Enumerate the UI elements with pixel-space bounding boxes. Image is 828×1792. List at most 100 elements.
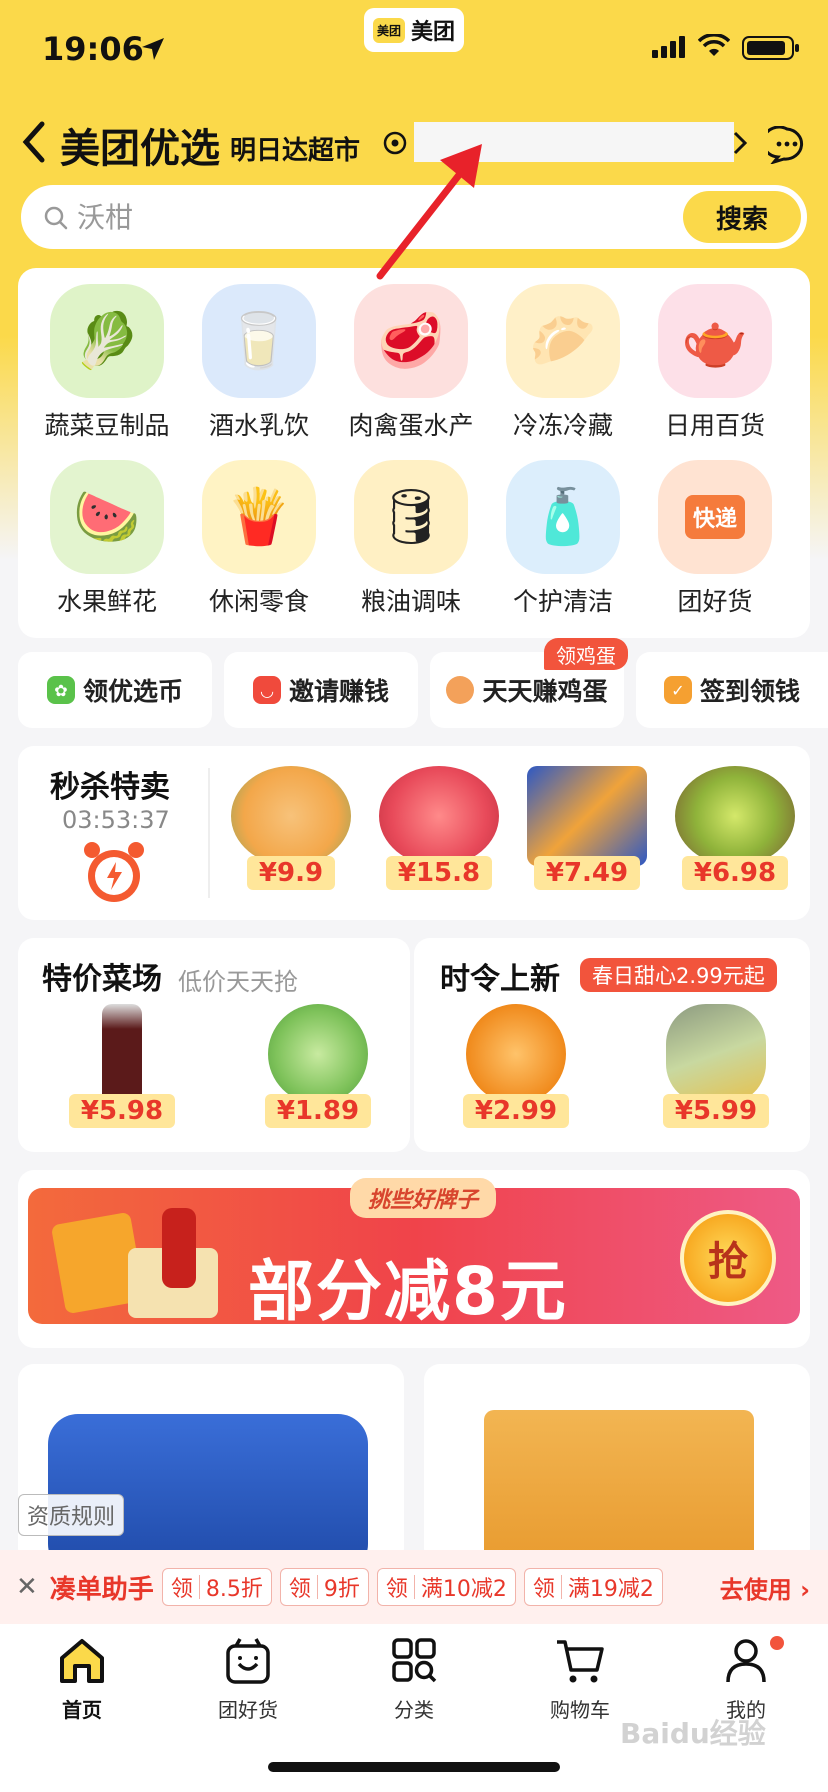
divider xyxy=(208,768,210,898)
chevron-right-icon[interactable] xyxy=(732,130,748,156)
battery-icon xyxy=(742,36,799,60)
app-name: 美团 xyxy=(411,20,456,45)
flash-item-price: ¥15.8 xyxy=(385,856,493,890)
search-button[interactable]: 搜索 xyxy=(683,191,801,243)
coupon-bar-title: 凑单助手 xyxy=(49,1574,154,1605)
coupon-prefix: 领 xyxy=(288,1577,311,1602)
tab-label: 分类 xyxy=(394,1698,434,1722)
banner-top-label: 挑些好牌子 xyxy=(350,1178,497,1218)
category-item[interactable]: 🥬 蔬菜豆制品 xyxy=(32,284,182,442)
close-icon[interactable]: ✕ xyxy=(16,1572,38,1602)
home-icon xyxy=(60,1639,104,1683)
promo-banner[interactable]: 部分减8元 抢 挑些好牌子 xyxy=(18,1170,810,1348)
tab-categories[interactable]: 分类 xyxy=(354,1636,474,1723)
category-item[interactable]: 🛢 粮油调味 xyxy=(336,460,486,618)
coupon-bar: ✕ 凑单助手 领 8.5折 领 9折 领满10减2 领满19减2 去使用 › xyxy=(0,1550,828,1624)
coupon-prefix: 领 xyxy=(385,1577,408,1602)
pill-label: 邀请赚钱 xyxy=(288,677,389,706)
back-chevron-icon[interactable] xyxy=(20,120,48,164)
category-item[interactable]: 🥟 冷冻冷藏 xyxy=(488,284,638,442)
kettle-icon: 🫖 xyxy=(658,284,772,398)
meat-icon: 🥩 xyxy=(354,284,468,398)
snack-icon: 🍟 xyxy=(202,460,316,574)
flash-item-price: ¥9.9 xyxy=(246,856,336,890)
cart-icon xyxy=(557,1640,604,1683)
flash-item[interactable]: ¥7.49 xyxy=(522,766,652,916)
category-label: 冷冻冷藏 xyxy=(512,411,613,440)
seasonal-card[interactable]: 时令上新 春日甜心2.99元起 ¥2.99 ¥5.99 xyxy=(414,938,810,1152)
orange-image xyxy=(466,1004,566,1104)
flash-item[interactable]: ¥15.8 xyxy=(374,766,504,916)
tab-home[interactable]: 首页 xyxy=(22,1636,142,1723)
pill-label: 天天赚鸡蛋 xyxy=(482,677,608,706)
category-item[interactable]: 🧴 个护清洁 xyxy=(488,460,638,618)
coupon-chip[interactable]: 领 9折 xyxy=(279,1568,369,1606)
category-label: 粮油调味 xyxy=(360,587,461,616)
category-item[interactable]: 快递 团好货 xyxy=(640,460,790,618)
tab-label: 团好货 xyxy=(218,1698,278,1722)
flash-item[interactable]: ¥9.9 xyxy=(226,766,356,916)
category-item[interactable]: 🍟 休闲零食 xyxy=(184,460,334,618)
lettuce-image xyxy=(268,1004,368,1104)
coupon-chip[interactable]: 领满10减2 xyxy=(376,1568,516,1606)
message-icon[interactable] xyxy=(768,126,806,164)
product-image-bag xyxy=(484,1410,754,1564)
apple-image xyxy=(379,766,499,866)
kiwi-image xyxy=(675,766,795,866)
special-market-card[interactable]: 特价菜场 低价天天抢 ¥5.98 ¥1.89 xyxy=(18,938,410,1152)
cleaning-icon: 🧴 xyxy=(506,460,620,574)
category-label: 酒水乳饮 xyxy=(208,411,309,440)
coupon-value: 9折 xyxy=(323,1577,360,1602)
rolls-image xyxy=(527,766,647,866)
meituan-logo: 美团 xyxy=(372,17,405,43)
pill-invite[interactable]: ◡ 邀请赚钱 xyxy=(224,652,418,728)
category-item[interactable]: 🍉 水果鲜花 xyxy=(32,460,182,618)
market-item[interactable]: ¥1.89 xyxy=(258,1004,378,1128)
coupon-value: 满10减2 xyxy=(420,1577,507,1602)
qualification-link[interactable]: 资质规则 xyxy=(18,1494,125,1536)
watermark: Baidu经验 xyxy=(620,1717,766,1750)
pill-label: 领优选币 xyxy=(82,677,183,706)
grab-button[interactable]: 抢 xyxy=(680,1210,776,1306)
market-item[interactable]: ¥5.98 xyxy=(62,1004,182,1128)
coupon-chip[interactable]: 领满19减2 xyxy=(523,1568,663,1606)
category-item[interactable]: 🥩 肉禽蛋水产 xyxy=(336,284,486,442)
market-item-price: ¥5.98 xyxy=(68,1094,176,1128)
banner-headline: 部分减8元 xyxy=(248,1253,568,1330)
status-bar: 19:06 美团 美团 xyxy=(0,0,828,100)
wifi-icon xyxy=(698,34,730,56)
search-input[interactable] xyxy=(77,197,577,237)
tab-profile[interactable]: 我的 xyxy=(686,1636,806,1723)
seasonal-item[interactable]: ¥5.99 xyxy=(656,1004,776,1128)
flash-item[interactable]: ¥6.98 xyxy=(670,766,800,916)
product-card[interactable] xyxy=(424,1364,810,1564)
notification-dot xyxy=(770,1636,784,1650)
market-item-price: ¥1.89 xyxy=(264,1094,372,1128)
page-title: 美团优选 xyxy=(60,126,220,172)
meituan-app-pill: 美团 美团 xyxy=(364,8,464,52)
cola-bottle-image xyxy=(162,1208,196,1288)
category-label: 肉禽蛋水产 xyxy=(348,411,474,440)
coupon-prefix: 领 xyxy=(170,1577,193,1602)
coupon-chip[interactable]: 领 8.5折 xyxy=(161,1568,272,1606)
product-image-cans xyxy=(48,1414,368,1564)
corn-image xyxy=(666,1004,766,1104)
tab-cart[interactable]: 购物车 xyxy=(520,1636,640,1723)
category-label: 休闲零食 xyxy=(208,587,309,616)
tab-group-goods[interactable]: 团好货 xyxy=(188,1636,308,1723)
category-item[interactable]: 🥛 酒水乳饮 xyxy=(184,284,334,442)
gift-icon: ◡ xyxy=(252,676,281,704)
status-time: 19:06 xyxy=(42,30,144,68)
flash-sale-card[interactable]: 秒杀特卖 03:53:37 ¥9.9 ¥15.8 ¥7.49 ¥6.98 xyxy=(18,746,810,920)
use-coupon-link[interactable]: 去使用 › xyxy=(720,1570,810,1605)
pill-coins[interactable]: ✿ 领优选币 xyxy=(18,652,212,728)
use-coupon-label: 去使用 xyxy=(719,1575,792,1604)
category-item[interactable]: 🫖 日用百货 xyxy=(640,284,790,442)
coupon-value: 满19减2 xyxy=(567,1577,654,1602)
signal-icon xyxy=(652,36,685,58)
category-label: 蔬菜豆制品 xyxy=(44,411,170,440)
category-grid: 🥬 蔬菜豆制品 🥛 酒水乳饮 🥩 肉禽蛋水产 🥟 冷冻冷藏 🫖 日用百货 🍉 水… xyxy=(18,268,810,638)
annotation-arrow xyxy=(376,144,482,280)
seasonal-item[interactable]: ¥2.99 xyxy=(456,1004,576,1128)
pill-checkin[interactable]: ✓ 签到领钱 xyxy=(636,652,828,728)
